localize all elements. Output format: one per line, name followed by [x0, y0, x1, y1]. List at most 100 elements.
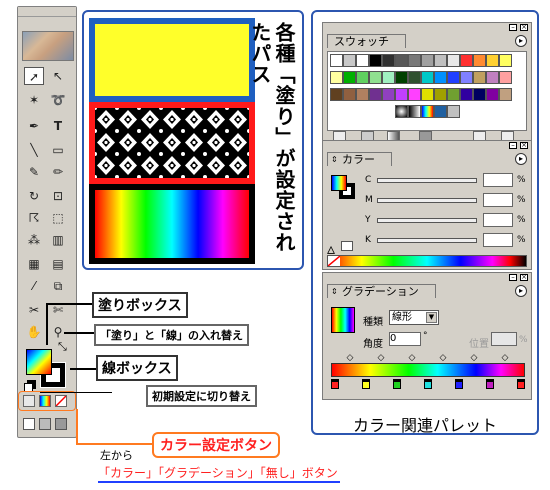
- swatch-item[interactable]: [408, 88, 421, 101]
- gradient-midpoint-icon[interactable]: ◇: [378, 353, 385, 363]
- cmyk-value-input[interactable]: [483, 173, 513, 187]
- free-transform-tool-icon[interactable]: ⬚: [48, 209, 68, 227]
- swatch-item[interactable]: [460, 88, 473, 101]
- warp-tool-icon[interactable]: ☈: [24, 209, 44, 227]
- swatch-item[interactable]: [395, 71, 408, 84]
- cmyk-value-input[interactable]: [483, 213, 513, 227]
- pen-tool-icon[interactable]: ✒: [24, 117, 44, 135]
- swatch-item[interactable]: [447, 88, 460, 101]
- gradient-stop[interactable]: [455, 379, 463, 389]
- swatch-item[interactable]: [343, 71, 356, 84]
- swatch-item[interactable]: [434, 54, 447, 67]
- swatch-item[interactable]: [499, 71, 512, 84]
- eyedropper-tool-icon[interactable]: ⁄: [24, 277, 44, 295]
- gradient-stop[interactable]: [517, 379, 525, 389]
- full-screen-menu-mode-button[interactable]: [39, 418, 51, 430]
- panel-menu-icon[interactable]: ▸: [515, 285, 527, 297]
- direct-selection-tool-icon[interactable]: ↖: [48, 67, 68, 85]
- gradient-midpoint-icon[interactable]: ◇: [471, 353, 478, 363]
- close-icon[interactable]: ×: [520, 274, 528, 281]
- gradient-ramp[interactable]: [331, 363, 525, 377]
- minimize-icon[interactable]: –: [509, 274, 517, 281]
- gradient-stop[interactable]: [331, 379, 339, 389]
- swatch-item[interactable]: [434, 88, 447, 101]
- swatch-item[interactable]: [421, 88, 434, 101]
- magic-wand-tool-icon[interactable]: ✶: [24, 91, 44, 109]
- slice-tool-icon[interactable]: ✂: [24, 301, 44, 319]
- tab-swatches[interactable]: スウォッチ: [327, 34, 406, 48]
- swatch-item[interactable]: [421, 71, 434, 84]
- gradient-stop[interactable]: [393, 379, 401, 389]
- swatches-titlebar[interactable]: – ×: [323, 23, 531, 33]
- hand-tool-icon[interactable]: ✋: [24, 323, 44, 341]
- scale-tool-icon[interactable]: ⊡: [48, 187, 68, 205]
- swatch-item[interactable]: [382, 88, 395, 101]
- swatch-item[interactable]: [356, 88, 369, 101]
- cmyk-slider[interactable]: [377, 178, 477, 183]
- gradient-type-select[interactable]: 線形 ▼: [389, 310, 439, 325]
- gradient-midpoint-icon[interactable]: ◇: [440, 353, 447, 363]
- tab-gradient[interactable]: ⇕ グラデーション: [327, 284, 436, 298]
- none-color-icon[interactable]: [328, 256, 340, 266]
- swatch-item[interactable]: [369, 88, 382, 101]
- swatch-item[interactable]: [486, 71, 499, 84]
- swatch-item[interactable]: [395, 54, 408, 67]
- swatch-item[interactable]: [473, 54, 486, 67]
- color-spectrum-bar[interactable]: [327, 255, 527, 267]
- swatch-item[interactable]: [356, 71, 369, 84]
- rectangle-tool-icon[interactable]: ▭: [48, 141, 68, 159]
- swatch-item[interactable]: [408, 54, 421, 67]
- swatch-item[interactable]: [356, 54, 369, 67]
- swatch-item[interactable]: [408, 71, 421, 84]
- full-screen-mode-button[interactable]: [55, 418, 67, 430]
- swatch-item[interactable]: [486, 88, 499, 101]
- swatch-item[interactable]: [421, 54, 434, 67]
- swatch-item[interactable]: [473, 71, 486, 84]
- swatch-item[interactable]: [499, 54, 512, 67]
- tab-color[interactable]: ⇕ カラー: [327, 152, 392, 166]
- line-tool-icon[interactable]: ╲: [24, 141, 44, 159]
- close-icon[interactable]: ×: [520, 142, 528, 149]
- swatch-item[interactable]: [447, 54, 460, 67]
- cmyk-value-input[interactable]: [483, 193, 513, 207]
- angle-input[interactable]: 0: [389, 332, 421, 346]
- panel-menu-icon[interactable]: ▸: [515, 153, 527, 165]
- swatch-item[interactable]: [460, 54, 473, 67]
- swatch-item[interactable]: [330, 88, 343, 101]
- type-tool-icon[interactable]: T: [48, 117, 68, 135]
- swatch-item[interactable]: [434, 105, 447, 118]
- close-icon[interactable]: ×: [520, 24, 528, 31]
- gradient-midpoint-icon[interactable]: ◇: [409, 353, 416, 363]
- paintbrush-tool-icon[interactable]: ✎: [24, 163, 44, 181]
- cmyk-slider[interactable]: [377, 238, 477, 243]
- pencil-tool-icon[interactable]: ✏: [48, 163, 68, 181]
- gradient-stop[interactable]: [486, 379, 494, 389]
- gradient-stop[interactable]: [362, 379, 370, 389]
- swatch-item[interactable]: [499, 88, 512, 101]
- gradient-midpoint-icon[interactable]: ◇: [347, 353, 354, 363]
- swatch-item[interactable]: [369, 54, 382, 67]
- mesh-tool-icon[interactable]: ▦: [24, 255, 44, 273]
- swatch-item[interactable]: [434, 71, 447, 84]
- fill-color-swatch[interactable]: [331, 175, 347, 191]
- swatch-item[interactable]: [382, 54, 395, 67]
- swatch-item[interactable]: [486, 54, 499, 67]
- tools-titlebar[interactable]: [18, 7, 76, 17]
- swatch-item[interactable]: [395, 105, 408, 118]
- swatch-item[interactable]: [447, 71, 460, 84]
- gradient-titlebar[interactable]: – ×: [323, 273, 531, 283]
- fill-box[interactable]: [26, 349, 52, 375]
- swatch-item[interactable]: [421, 105, 434, 118]
- swatch-item[interactable]: [343, 88, 356, 101]
- swatch-item[interactable]: [395, 88, 408, 101]
- gradient-midpoint-icon[interactable]: ◇: [502, 353, 509, 363]
- chevron-down-icon[interactable]: ▼: [426, 312, 437, 323]
- minimize-icon[interactable]: –: [509, 24, 517, 31]
- color-titlebar[interactable]: – ×: [323, 141, 531, 151]
- gradient-stop[interactable]: [424, 379, 432, 389]
- rotate-tool-icon[interactable]: ↻: [24, 187, 44, 205]
- minimize-icon[interactable]: –: [509, 142, 517, 149]
- cmyk-slider[interactable]: [377, 198, 477, 203]
- swatch-item[interactable]: [343, 54, 356, 67]
- symbol-sprayer-tool-icon[interactable]: ⁂: [24, 231, 44, 249]
